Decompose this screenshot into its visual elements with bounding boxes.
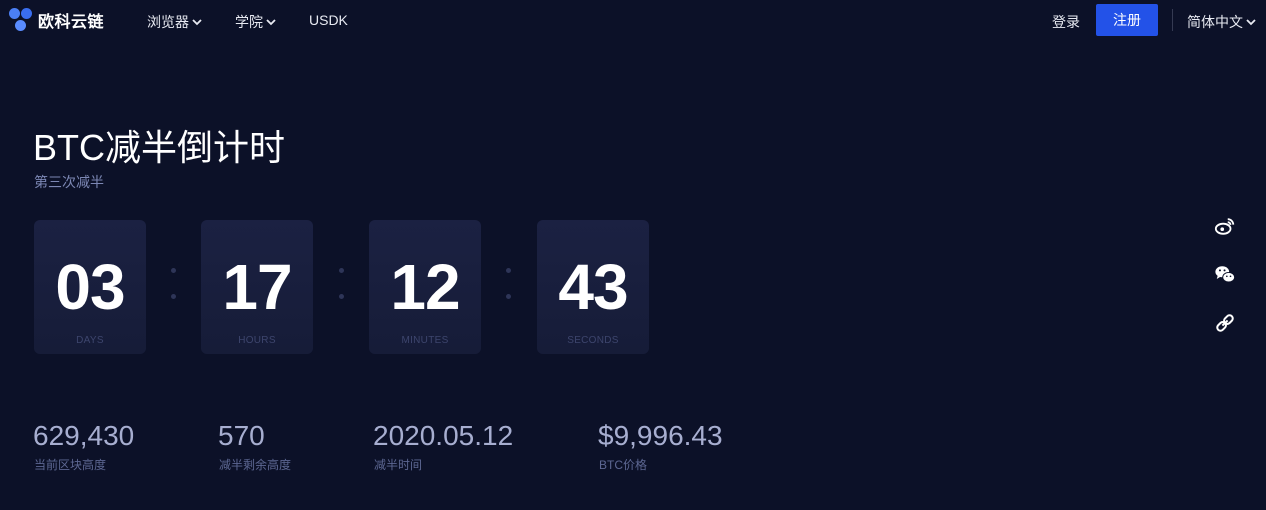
countdown-minutes-unit: MINUTES <box>401 335 449 346</box>
logo-text: 欧科云链 <box>38 14 105 31</box>
btc-price-label: BTC价格 <box>599 458 648 472</box>
countdown-days-value: 03 <box>55 251 125 323</box>
nav-item-usdk[interactable]: USDK <box>309 12 348 28</box>
chevron-down-icon <box>192 19 202 26</box>
weibo-icon[interactable] <box>1214 215 1236 237</box>
countdown-days-box: 03 DAYS <box>34 220 146 354</box>
countdown-seconds-unit: SECONDS <box>567 335 619 346</box>
register-button[interactable]: 注册 <box>1096 4 1158 36</box>
page-title: BTC减半倒计时 <box>33 127 286 168</box>
countdown-separator <box>505 268 511 304</box>
chevron-down-icon <box>1246 19 1256 26</box>
nav-item-label: 浏览器 <box>147 14 189 30</box>
btc-price-value: $9,996.43 <box>598 420 723 451</box>
chevron-down-icon <box>266 19 276 26</box>
countdown-hours-box: 17 HOURS <box>201 220 313 354</box>
language-selector[interactable]: 简体中文 <box>1187 12 1257 32</box>
countdown-days-unit: DAYS <box>76 335 104 346</box>
nav-item-browser[interactable]: 浏览器 <box>147 12 203 32</box>
countdown-hours-value: 17 <box>222 251 292 323</box>
logo[interactable]: 欧科云链 <box>9 8 104 32</box>
top-navigation-bar: 欧科云链 浏览器 学院 USDK 登录 注册 简体中文 <box>0 0 1266 40</box>
countdown-seconds-value: 43 <box>558 251 628 323</box>
page-subtitle: 第三次减半 <box>34 174 104 190</box>
remaining-height-value: 570 <box>218 420 265 451</box>
nav-item-label: 学院 <box>235 14 263 30</box>
wechat-icon[interactable] <box>1214 263 1236 285</box>
countdown-hours-unit: HOURS <box>238 335 276 346</box>
nav-item-academy[interactable]: 学院 <box>235 12 277 32</box>
countdown-seconds-box: 43 SECONDS <box>537 220 649 354</box>
halving-date-value: 2020.05.12 <box>373 420 514 451</box>
countdown-separator <box>338 268 344 304</box>
remaining-height-label: 减半剩余高度 <box>219 458 292 472</box>
link-icon[interactable] <box>1214 312 1236 334</box>
current-block-height-label: 当前区块高度 <box>34 458 107 472</box>
countdown-minutes-value: 12 <box>390 251 460 323</box>
halving-date-label: 减半时间 <box>374 458 423 472</box>
nav-divider <box>1172 9 1173 31</box>
logo-mark-icon <box>9 8 35 32</box>
countdown-separator <box>170 268 176 304</box>
nav-item-label: USDK <box>309 12 348 28</box>
login-link[interactable]: 登录 <box>1052 12 1080 32</box>
countdown-minutes-box: 12 MINUTES <box>369 220 481 354</box>
language-label: 简体中文 <box>1187 14 1243 30</box>
current-block-height-value: 629,430 <box>33 420 135 451</box>
